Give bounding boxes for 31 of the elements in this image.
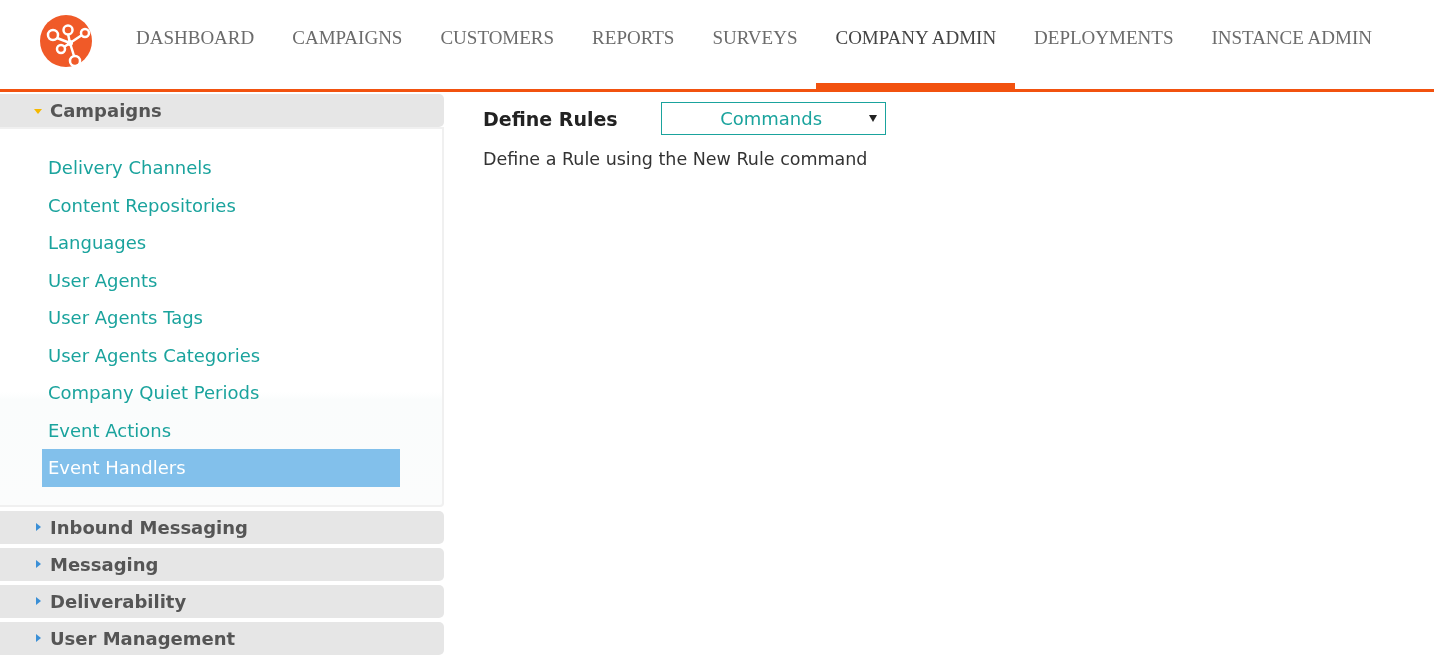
sidebar-item[interactable]: Languages (42, 224, 400, 262)
caret-right-icon (34, 597, 42, 605)
sidebar-section-header[interactable]: Messaging (0, 547, 444, 581)
sidebar-item[interactable]: Content Repositories (42, 186, 400, 224)
caret-right-icon (34, 634, 42, 642)
nav-tab[interactable]: INSTANCE ADMIN (1192, 0, 1391, 92)
nav-tab[interactable]: DASHBOARD (136, 0, 274, 92)
logo-icon (40, 14, 92, 67)
sidebar-section-header[interactable]: Inbound Messaging (0, 510, 444, 544)
page-title: Define Rules (483, 107, 618, 130)
nav-tab[interactable]: SURVEYS (693, 0, 817, 92)
sidebar-item[interactable]: User Agents Tags (42, 299, 400, 337)
nav-tab[interactable]: CUSTOMERS (421, 0, 574, 92)
commands-dropdown[interactable]: Commands (660, 102, 886, 135)
sidebar-item[interactable]: Company Quiet Periods (42, 374, 400, 412)
nav-tab[interactable]: REPORTS (573, 0, 694, 92)
sidebar-section-header[interactable]: User Management (0, 621, 444, 655)
nav-tab[interactable]: COMPANY ADMIN (816, 0, 1016, 92)
sidebar-section-header[interactable]: Campaigns (0, 94, 444, 127)
caret-down-icon (868, 115, 877, 122)
nav-tab[interactable]: CAMPAIGNS (273, 0, 422, 92)
sidebar-item[interactable]: User Agents (42, 261, 400, 299)
caret-down-icon (34, 106, 42, 115)
nav-tab[interactable]: DEPLOYMENTS (1015, 0, 1193, 92)
caret-right-icon (34, 523, 42, 531)
sidebar-item[interactable]: User Agents Categories (42, 336, 400, 374)
info-message: Define a Rule using the New Rule command (483, 149, 869, 169)
sidebar-section-header[interactable]: Deliverability (0, 584, 444, 618)
caret-right-icon (34, 560, 42, 568)
sidebar-item[interactable]: Event Actions (42, 411, 400, 449)
sidebar-item[interactable]: Delivery Channels (42, 149, 400, 187)
